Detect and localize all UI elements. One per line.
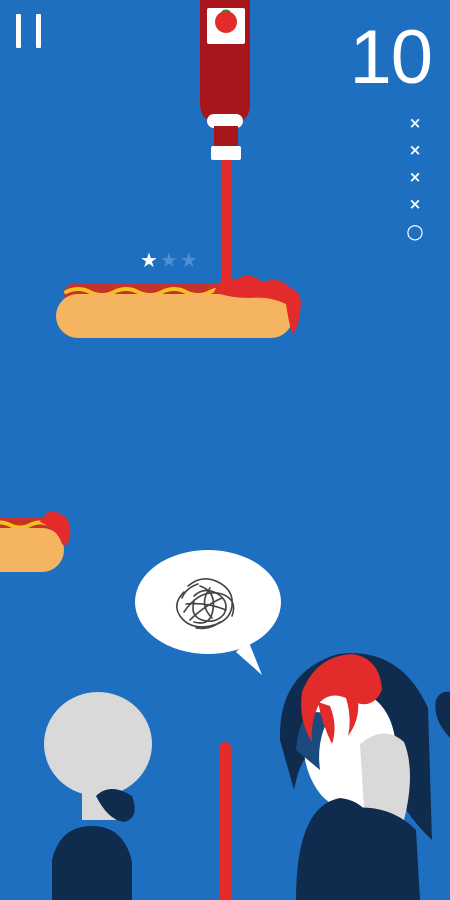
attempt-missed-icon: ×	[408, 195, 422, 213]
attempt-missed-icon: ×	[408, 114, 422, 132]
star-empty-icon: ★	[179, 248, 198, 272]
score-counter: 10	[349, 15, 433, 100]
star-filled-icon: ★	[140, 248, 158, 272]
crowd-person-left	[44, 692, 152, 900]
attempt-missed-icon: ×	[408, 168, 422, 186]
speech-bubble	[135, 550, 281, 675]
attempt-remaining-icon: ○	[406, 219, 424, 243]
crowd-person-edge	[435, 691, 450, 738]
pause-bar-left	[16, 14, 21, 48]
hotdog-partial	[0, 511, 71, 572]
attempts-list: × × × × ○	[403, 110, 427, 245]
hotdog-main[interactable]	[56, 270, 301, 338]
pause-bar-right	[36, 14, 41, 48]
ketchup-bottle[interactable]	[200, 0, 250, 160]
pause-button[interactable]	[12, 10, 48, 50]
star-rating: ★ ★ ★	[140, 248, 200, 272]
star-empty-icon: ★	[159, 248, 178, 272]
attempt-missed-icon: ×	[408, 141, 422, 159]
crowd-person-right	[279, 653, 432, 900]
ketchup-stream	[221, 158, 231, 284]
ketchup-drip	[219, 742, 231, 900]
game-scene	[0, 0, 450, 900]
